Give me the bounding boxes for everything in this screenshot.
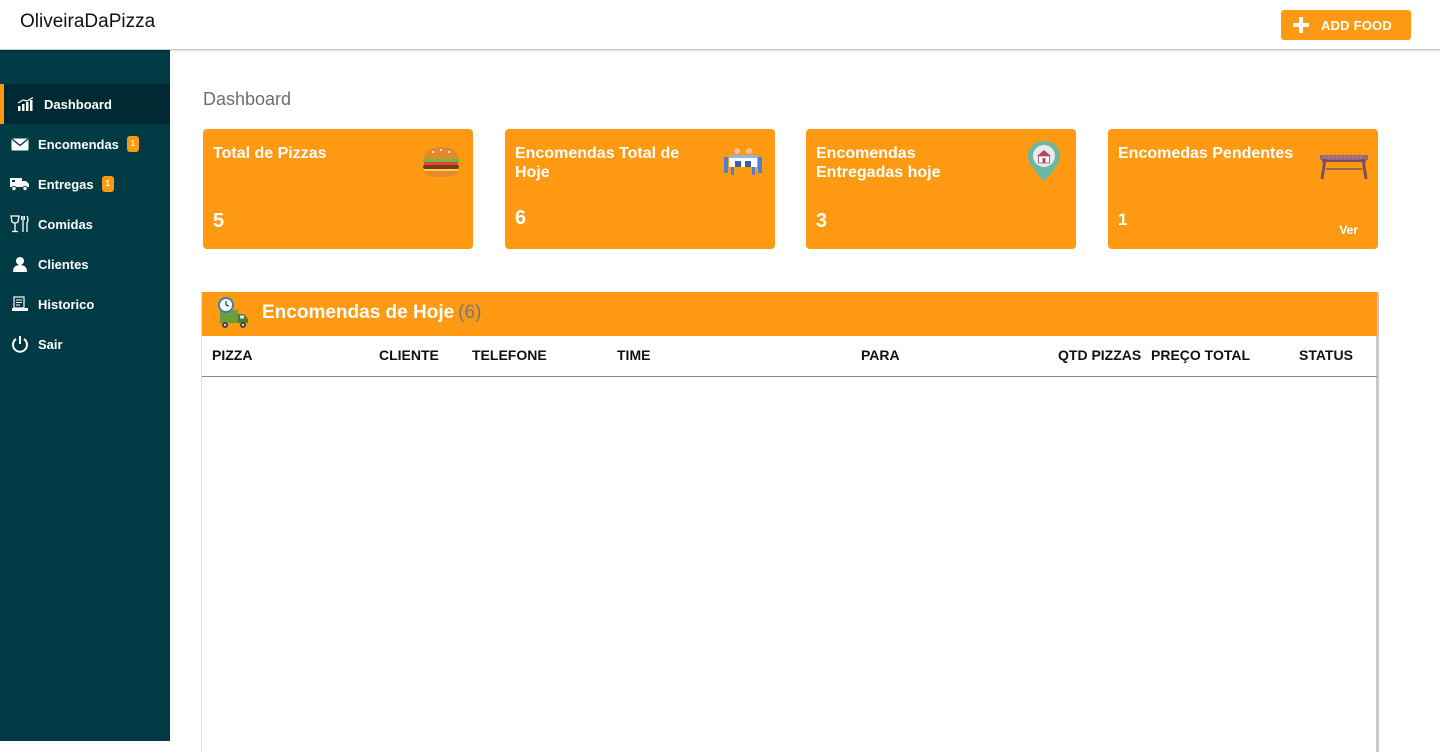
- card-encomendas-entregadas[interactable]: Encomendas Entregadas hoje 3: [806, 129, 1076, 249]
- column-header-pizza[interactable]: PIZZA: [212, 347, 252, 363]
- orders-title-text: Encomendas de Hoje: [262, 302, 455, 323]
- bench-icon: [1320, 155, 1368, 180]
- orders-table-header: PIZZA CLIENTE TELEFONE TIME PARA QTD PIZ…: [202, 336, 1377, 377]
- sidebar-item-label: Comidas: [38, 216, 93, 232]
- add-food-label: ADD FOOD: [1321, 17, 1392, 33]
- sidebar-item-label: Dashboard: [44, 96, 112, 112]
- sidebar-item-entregas[interactable]: Entregas 1: [0, 164, 170, 204]
- sidebar-item-historico[interactable]: Historico: [0, 284, 170, 324]
- add-food-button[interactable]: ADD FOOD: [1281, 10, 1411, 40]
- column-header-status[interactable]: STATUS: [1299, 347, 1353, 363]
- glass-cutlery-icon: [10, 215, 30, 233]
- user-icon: [10, 256, 30, 272]
- column-header-qtd-pizzas[interactable]: QTD PIZZAS: [1058, 347, 1141, 363]
- sidebar-nav: Dashboard Encomendas 1 Entregas 1 Comida…: [0, 84, 170, 364]
- delivery-truck-clock-icon: [218, 297, 248, 328]
- sidebar: Dashboard Encomendas 1 Entregas 1 Comida…: [0, 50, 170, 741]
- plus-icon: [1293, 17, 1309, 33]
- orders-count: (6): [458, 302, 482, 323]
- top-bar: OliveiraDaPizza ADD FOOD: [0, 0, 1440, 50]
- column-header-preco-total[interactable]: PREÇO TOTAL: [1151, 347, 1250, 363]
- sidebar-item-label: Clientes: [38, 256, 89, 272]
- sidebar-item-label: Encomendas: [38, 136, 119, 152]
- ver-link[interactable]: Ver: [1339, 223, 1358, 237]
- card-encomendas-total-hoje[interactable]: Encomendas Total de Hoje 6: [505, 129, 775, 249]
- column-header-para[interactable]: PARA: [861, 347, 900, 363]
- sidebar-item-dashboard[interactable]: Dashboard: [0, 84, 170, 124]
- sidebar-item-comidas[interactable]: Comidas: [0, 204, 170, 244]
- card-encomedas-pendentes[interactable]: Encomedas Pendentes 1 Ver: [1108, 129, 1378, 249]
- sidebar-item-label: Sair: [38, 336, 63, 352]
- card-title: Encomedas Pendentes: [1118, 145, 1294, 162]
- card-value: 3: [816, 210, 828, 232]
- orders-panel-header: Encomendas de Hoje (6): [202, 292, 1377, 336]
- entregas-badge: 1: [101, 176, 114, 192]
- page-title: Dashboard: [203, 89, 292, 109]
- orders-panel: Encomendas de Hoje (6) PIZZA CLIENTE TELE…: [201, 292, 1379, 752]
- card-total-pizzas[interactable]: Total de Pizzas 5: [203, 129, 473, 249]
- location-pin-icon: [1028, 141, 1060, 181]
- orders-panel-title: Encomendas de Hoje (6): [262, 302, 481, 324]
- envelope-icon: [10, 136, 30, 152]
- card-value: 5: [213, 210, 225, 232]
- chart-bars-icon: [16, 96, 36, 112]
- dining-table-icon: [724, 148, 762, 175]
- sidebar-item-sair[interactable]: Sair: [0, 324, 170, 364]
- card-title: Encomendas Entregadas hoje: [816, 145, 941, 181]
- sidebar-item-clientes[interactable]: Clientes: [0, 244, 170, 284]
- truck-icon: [10, 176, 30, 192]
- brand-name[interactable]: OliveiraDaPizza: [20, 11, 155, 33]
- sidebar-item-encomendas[interactable]: Encomendas 1: [0, 124, 170, 164]
- burger-icon: [423, 147, 459, 177]
- sidebar-item-label: Entregas: [38, 176, 94, 192]
- column-header-telefone[interactable]: TELEFONE: [472, 347, 547, 363]
- column-header-time[interactable]: TIME: [617, 347, 650, 363]
- sidebar-item-label: Historico: [38, 296, 95, 312]
- card-value: 6: [515, 207, 527, 229]
- card-title: Total de Pizzas: [213, 145, 327, 162]
- card-title: Encomendas Total de Hoje: [515, 145, 680, 181]
- power-icon: [10, 336, 30, 353]
- encomendas-badge: 1: [126, 136, 139, 152]
- card-value: 1: [1118, 210, 1128, 229]
- column-header-cliente[interactable]: CLIENTE: [379, 347, 439, 363]
- history-icon: [10, 296, 30, 312]
